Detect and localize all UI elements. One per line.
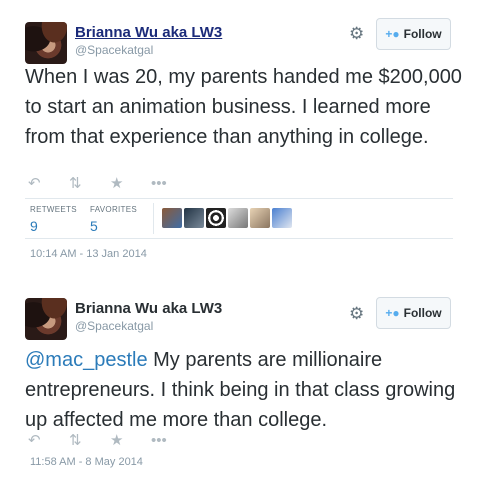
retweet-icon[interactable]: ⇅	[69, 431, 110, 449]
gear-icon[interactable]: ⚙	[349, 304, 364, 324]
tweet-text: When I was 20, my parents handed me $200…	[25, 66, 462, 148]
avatar-photo	[25, 298, 67, 340]
avatar[interactable]	[272, 208, 292, 228]
tweet-1: Brianna Wu aka LW3 @Spacekatgal ⚙ +● Fol…	[0, 0, 479, 270]
follow-label: Follow	[403, 306, 442, 320]
star-icon[interactable]: ★	[110, 174, 151, 192]
reply-icon[interactable]: ↶	[28, 174, 69, 192]
retweet-icon[interactable]: ⇅	[69, 174, 110, 192]
retweets-count[interactable]: 9	[30, 218, 77, 234]
avatar-photo	[25, 22, 67, 64]
retweets-stat[interactable]: RETWEETS 9	[30, 205, 77, 234]
avatar[interactable]	[184, 208, 204, 228]
gear-icon[interactable]: ⚙	[349, 24, 364, 44]
divider	[25, 238, 453, 239]
user-name[interactable]: Brianna Wu aka LW3	[75, 24, 222, 41]
avatar[interactable]	[206, 208, 226, 228]
more-icon[interactable]: •••	[151, 432, 192, 449]
tweet-2: Brianna Wu aka LW3 @Spacekatgal ⚙ +● Fol…	[0, 288, 479, 492]
favoriter-avatars	[162, 208, 292, 228]
timestamp[interactable]: 11:58 AM - 8 May 2014	[30, 456, 143, 468]
favorites-stat[interactable]: FAVORITES 5	[90, 205, 137, 234]
favorites-label: FAVORITES	[90, 205, 138, 214]
divider	[25, 198, 453, 199]
user-handle[interactable]: @Spacekatgal	[75, 319, 153, 333]
timestamp[interactable]: 10:14 AM - 13 Jan 2014	[30, 248, 147, 260]
avatar[interactable]	[228, 208, 248, 228]
avatar[interactable]	[250, 208, 270, 228]
tweet-text: @mac_pestle My parents are millionaire e…	[25, 345, 465, 435]
tweet-actions: ↶ ⇅ ★ •••	[28, 431, 192, 450]
retweets-label: RETWEETS	[30, 205, 77, 214]
follow-button[interactable]: +● Follow	[376, 18, 451, 50]
avatar[interactable]	[25, 22, 67, 64]
user-name[interactable]: Brianna Wu aka LW3	[75, 300, 222, 317]
add-person-icon: +●	[385, 27, 400, 41]
mention-link[interactable]: @mac_pestle	[25, 349, 148, 371]
stats-separator	[153, 203, 154, 234]
follow-label: Follow	[403, 27, 442, 41]
follow-button[interactable]: +● Follow	[376, 297, 451, 329]
avatar[interactable]	[25, 298, 67, 340]
avatar[interactable]	[162, 208, 182, 228]
add-person-icon: +●	[385, 306, 400, 320]
star-icon[interactable]: ★	[110, 431, 151, 449]
more-icon[interactable]: •••	[151, 175, 192, 192]
favorites-count[interactable]: 5	[90, 218, 137, 234]
user-handle[interactable]: @Spacekatgal	[75, 43, 153, 57]
reply-icon[interactable]: ↶	[28, 431, 69, 449]
tweet-actions: ↶ ⇅ ★ •••	[28, 174, 192, 193]
